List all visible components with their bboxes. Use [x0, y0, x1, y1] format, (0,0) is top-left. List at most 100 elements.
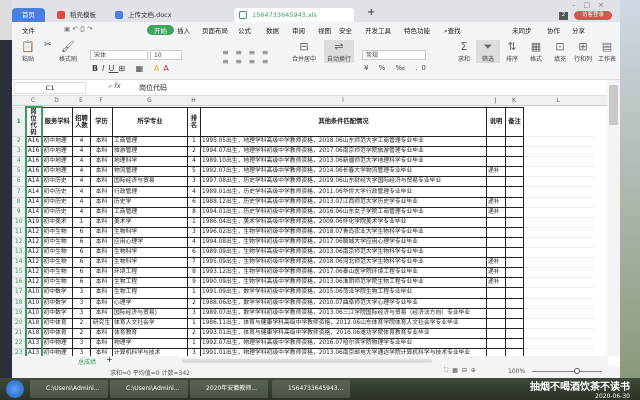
cell-hire-count[interactable]: 4 — [72, 166, 91, 178]
cell-major[interactable]: 心理学 — [112, 297, 188, 309]
menu-formula[interactable]: 公式 — [238, 25, 251, 35]
row-number[interactable]: 5 — [12, 166, 26, 178]
row-number[interactable]: 7 — [12, 186, 26, 198]
window-controls[interactable]: –□× — [572, 1, 612, 9]
cell-major[interactable]: 工商管理 — [112, 206, 188, 218]
row-number[interactable]: 19 — [12, 307, 26, 319]
cell-major[interactable]: 体育教育 — [112, 327, 188, 339]
header-cell[interactable]: 其他条件匹配情况 — [200, 106, 487, 137]
column-header-J[interactable]: J — [486, 97, 505, 104]
row-number[interactable]: 15 — [12, 267, 26, 279]
cell-major[interactable]: 工商管理 — [112, 135, 188, 148]
cell-remark[interactable] — [505, 146, 524, 158]
cell-conditions[interactable]: 1989.01出生，历史学科高级中学教师资格，2011.06华侨大学行政管理专业… — [200, 186, 487, 198]
cell-conditions[interactable]: 1989.09出生，生物学科高级中学教师资格，2013.06南京师范大学生物科学… — [200, 247, 487, 259]
empty-cell[interactable] — [523, 277, 594, 289]
cell-remark[interactable] — [505, 135, 524, 148]
tab-doc[interactable]: 上传文档.docx — [110, 8, 240, 22]
cell-subject[interactable]: 初中美术 — [41, 216, 73, 228]
column-header-K[interactable]: K — [505, 97, 523, 104]
scrollbar-thumb[interactable] — [609, 85, 618, 125]
cell-note[interactable]: 递补 — [486, 196, 506, 208]
empty-cell[interactable] — [523, 156, 594, 168]
cell-major[interactable]: 历史学 — [112, 196, 188, 208]
cell-note[interactable]: 递补 — [486, 257, 506, 269]
cell-subject[interactable]: 初中体育 — [41, 327, 73, 339]
cell-rank[interactable]: 1 — [187, 317, 201, 329]
row-number[interactable]: 2 — [12, 135, 26, 148]
cell-note[interactable]: 递补 — [486, 206, 506, 218]
number-format-buttons[interactable]: ¥ % ‰ .0 — [364, 64, 430, 72]
paste-button[interactable]: 📋 粘贴 — [16, 40, 40, 63]
cell-rank[interactable]: 1 — [187, 216, 201, 228]
number-format-select[interactable]: 常规 — [362, 50, 426, 60]
taskbar-item-wps[interactable]: 1564733645943... — [272, 380, 350, 398]
cell-rank[interactable]: 8 — [187, 267, 201, 279]
cell-position-code[interactable]: A14 — [24, 206, 43, 218]
cell-subject[interactable]: 初中生物 — [41, 277, 73, 289]
cell-note[interactable] — [486, 247, 506, 259]
cell-remark[interactable] — [505, 297, 524, 309]
cell-hire-count[interactable]: 4 — [72, 156, 91, 168]
empty-cell[interactable] — [523, 186, 594, 198]
row-number[interactable]: 10 — [12, 216, 26, 228]
cell-note[interactable] — [486, 236, 506, 249]
collab-button[interactable]: 协作 — [547, 25, 560, 35]
cell-remark[interactable] — [505, 307, 524, 319]
cell-subject[interactable]: 初中体育 — [41, 317, 73, 329]
cell-conditions[interactable]: 1993.12出生，生物学科初级中学教师资格，2017.06泰山医学院环境工程专… — [200, 267, 487, 279]
empty-cell[interactable] — [523, 227, 594, 238]
row-number[interactable]: 16 — [12, 277, 26, 289]
cell-rank[interactable]: 3 — [187, 226, 201, 238]
cell-subject[interactable]: 初中地理 — [41, 146, 73, 158]
cell-hire-count[interactable]: 6 — [72, 267, 91, 279]
share-button[interactable]: 分享 — [572, 25, 585, 35]
cell-rank[interactable]: 1 — [187, 135, 201, 148]
empty-cell[interactable] — [523, 136, 594, 148]
cell-major[interactable]: 行政管理 — [112, 186, 188, 198]
taskbar-item-explorer-1[interactable]: C:\Users\Admini... — [30, 380, 108, 398]
header-cell[interactable]: 排名 — [187, 106, 201, 137]
empty-cell[interactable] — [523, 257, 594, 269]
formula-input[interactable]: 岗位代码 — [136, 82, 596, 94]
cell-subject[interactable]: 初中地理 — [41, 135, 73, 148]
cell-hire-count[interactable]: 6 — [72, 257, 91, 269]
cell-education[interactable]: 本科 — [90, 327, 113, 339]
empty-cell[interactable] — [523, 328, 594, 339]
header-cell[interactable]: 备注 — [505, 106, 524, 137]
cell-rank[interactable]: 3 — [187, 176, 201, 188]
cell-note[interactable] — [486, 347, 506, 356]
cell-conditions[interactable]: 1992.07出生，地理学科高级中学教师资格，2014.06长春大学物流管理专业… — [200, 166, 487, 178]
column-header-H[interactable]: H — [187, 97, 200, 104]
cell-position-code[interactable]: A16 — [24, 156, 43, 168]
cell-conditions[interactable]: 1989.10出生，地理学科高级中学教师资格，2013.06新疆师范大学地理科学… — [200, 156, 487, 168]
cell-note[interactable] — [486, 297, 506, 309]
cell-position-code[interactable]: A12 — [24, 277, 43, 289]
cell-rank[interactable]: 7 — [187, 257, 201, 269]
cell-position-code[interactable]: A12 — [24, 267, 43, 279]
cell-subject[interactable]: 初中数学 — [41, 307, 73, 319]
cell-note[interactable]: 递补 — [486, 277, 506, 289]
row-number[interactable]: 11 — [12, 226, 26, 238]
row-number[interactable]: 13 — [12, 247, 26, 259]
cell-conditions[interactable]: 1991.09出生，数学学科初级中学教师资格，2015.06菏泽学院生物工程专业… — [200, 287, 487, 299]
cell-remark[interactable] — [505, 257, 524, 269]
cell-conditions[interactable]: 1996.02出生，生物学科初级中学教师资格，2018.07青岛农业大学生物科学… — [200, 226, 487, 238]
font-size-select[interactable]: 10 — [150, 50, 182, 60]
cell-rank[interactable]: 8 — [187, 206, 201, 218]
cell-hire-count[interactable]: 6 — [72, 236, 91, 249]
row-number[interactable]: 18 — [12, 297, 26, 309]
cell-education[interactable]: 本科 — [90, 337, 113, 349]
cell-note[interactable] — [486, 287, 506, 299]
cell-rank[interactable]: 9 — [187, 277, 201, 289]
notification-badge[interactable]: 2 — [559, 12, 568, 20]
cell-subject[interactable]: 初中地理 — [41, 166, 73, 178]
cell-remark[interactable] — [505, 216, 524, 228]
cell-hire-count[interactable]: 4 — [72, 176, 91, 188]
cell-conditions[interactable]: 1994.08出生，生物学科初级中学教师资格，2017.06聊城大学应用心理学专… — [200, 236, 487, 249]
cell-note[interactable] — [486, 146, 506, 158]
cell-note[interactable] — [486, 307, 506, 319]
cell-remark[interactable] — [505, 236, 524, 249]
header-cell[interactable]: 岗位代码 — [24, 106, 43, 137]
cell-position-code[interactable]: A12 — [24, 247, 43, 259]
